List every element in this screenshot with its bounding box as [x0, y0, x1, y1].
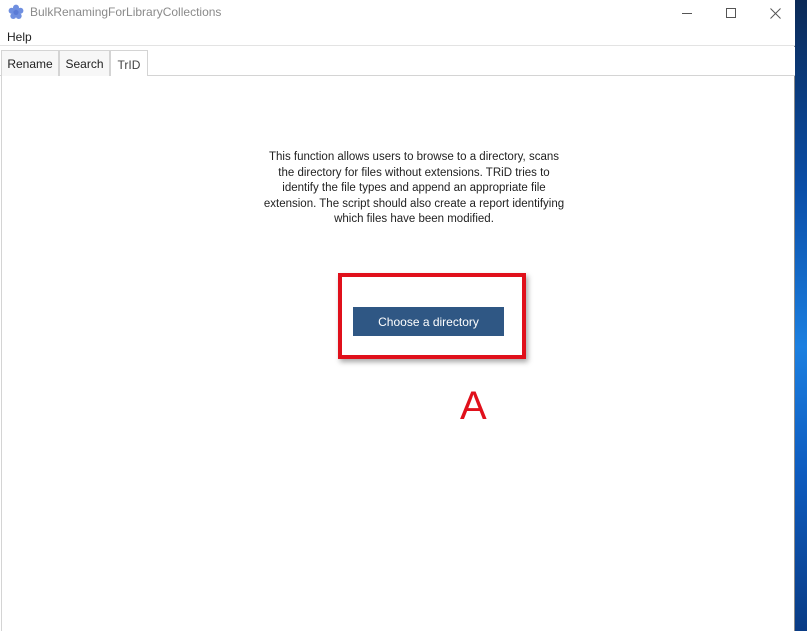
menu-bar: Help [0, 26, 795, 46]
flower-app-icon [8, 4, 24, 19]
choose-directory-button[interactable]: Choose a directory [353, 307, 504, 336]
tab-rename[interactable]: Rename [1, 50, 59, 77]
close-icon [769, 7, 781, 19]
close-button[interactable] [752, 0, 798, 26]
window-title: BulkRenamingForLibraryCollections [30, 5, 222, 19]
app-window: BulkRenamingForLibraryCollections Help R… [0, 0, 795, 631]
trid-panel: This function allows users to browse to … [1, 76, 794, 631]
minimize-button[interactable] [664, 0, 710, 26]
title-bar: BulkRenamingForLibraryCollections [0, 0, 795, 26]
maximize-icon [726, 8, 736, 18]
tab-strip: Rename Search TrID [0, 47, 795, 78]
tab-trid[interactable]: TrID [110, 50, 148, 78]
annotation-label: A [460, 384, 487, 428]
desktop-background [795, 0, 807, 631]
minimize-icon [682, 12, 692, 14]
trid-description: This function allows users to browse to … [263, 151, 565, 225]
menu-item-help[interactable]: Help [7, 30, 32, 44]
maximize-button[interactable] [708, 0, 754, 26]
tab-search[interactable]: Search [59, 50, 110, 77]
